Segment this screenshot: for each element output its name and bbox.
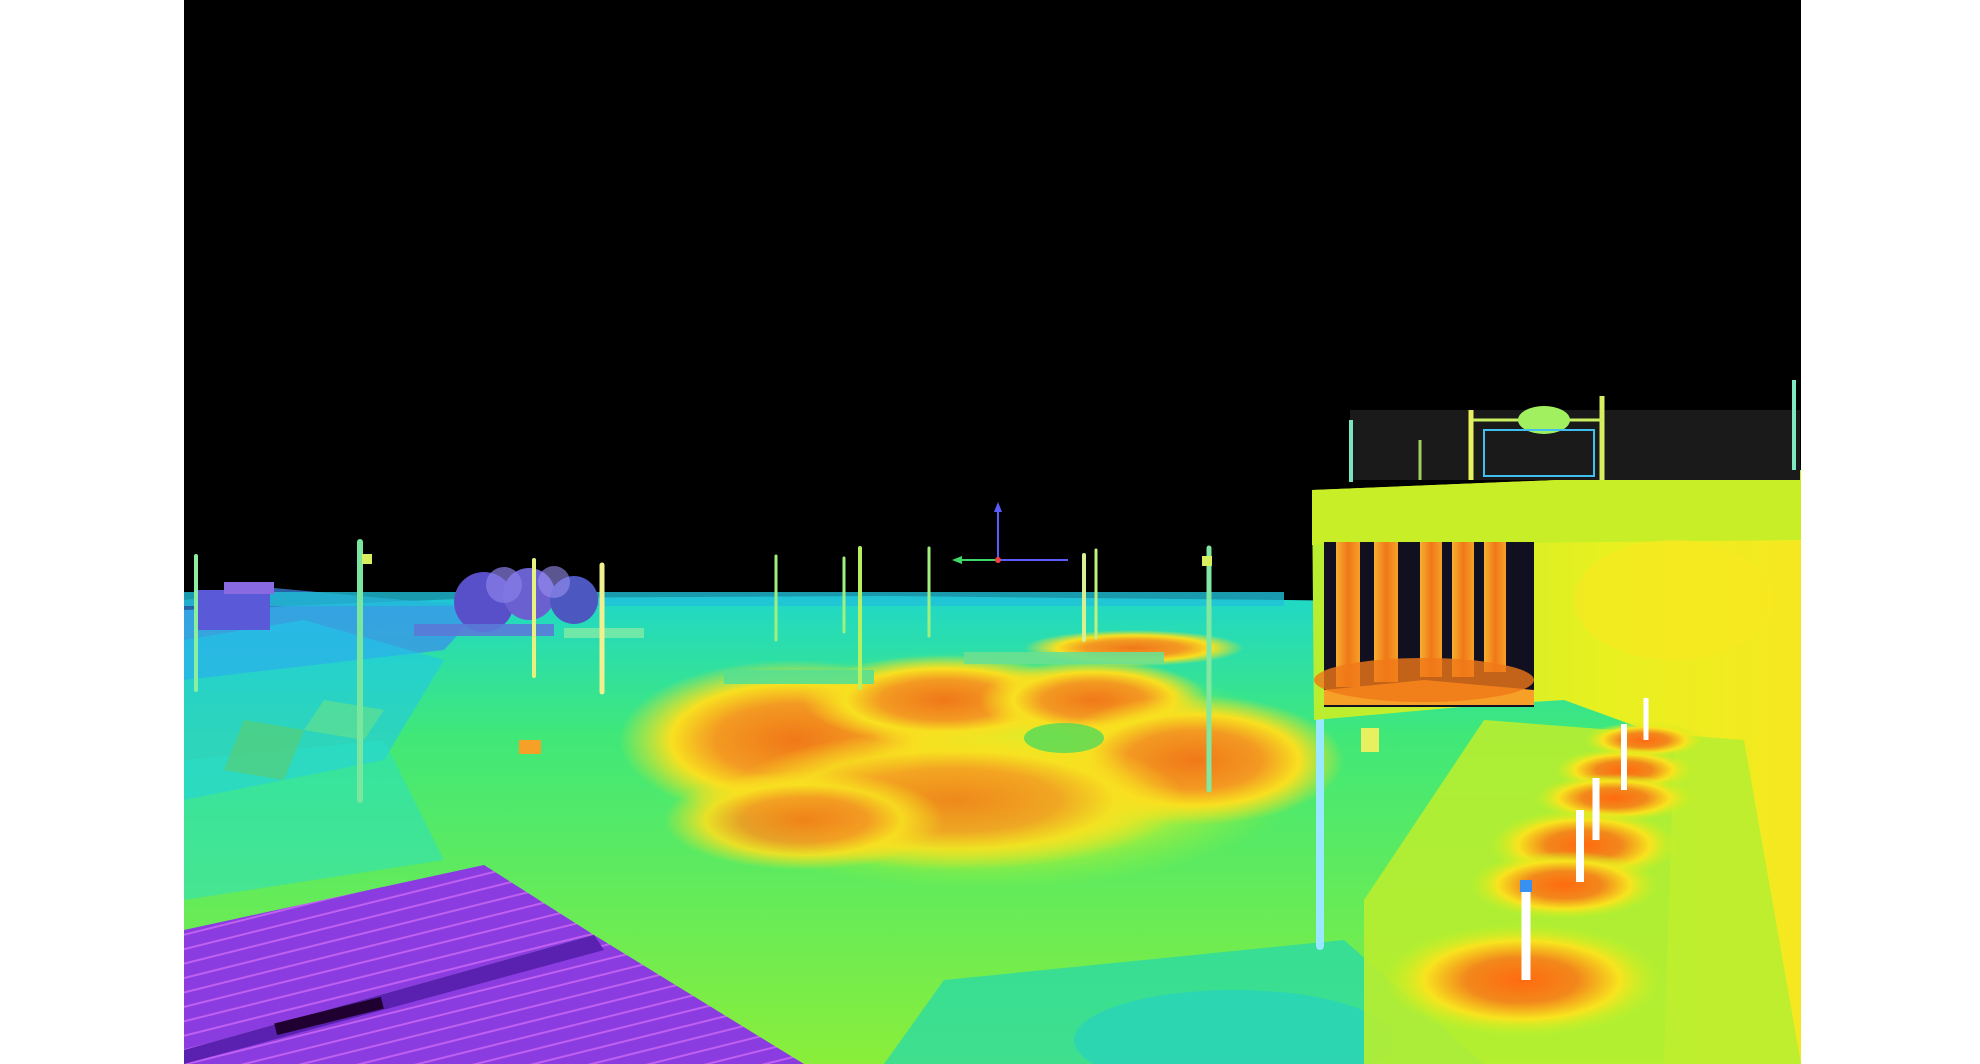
scene-render	[184, 0, 1801, 1064]
horizon-strip	[184, 592, 1284, 606]
small-lit-object-2	[1361, 728, 1379, 752]
render-viewport[interactable]	[184, 0, 1801, 1064]
small-lit-object	[519, 740, 541, 754]
